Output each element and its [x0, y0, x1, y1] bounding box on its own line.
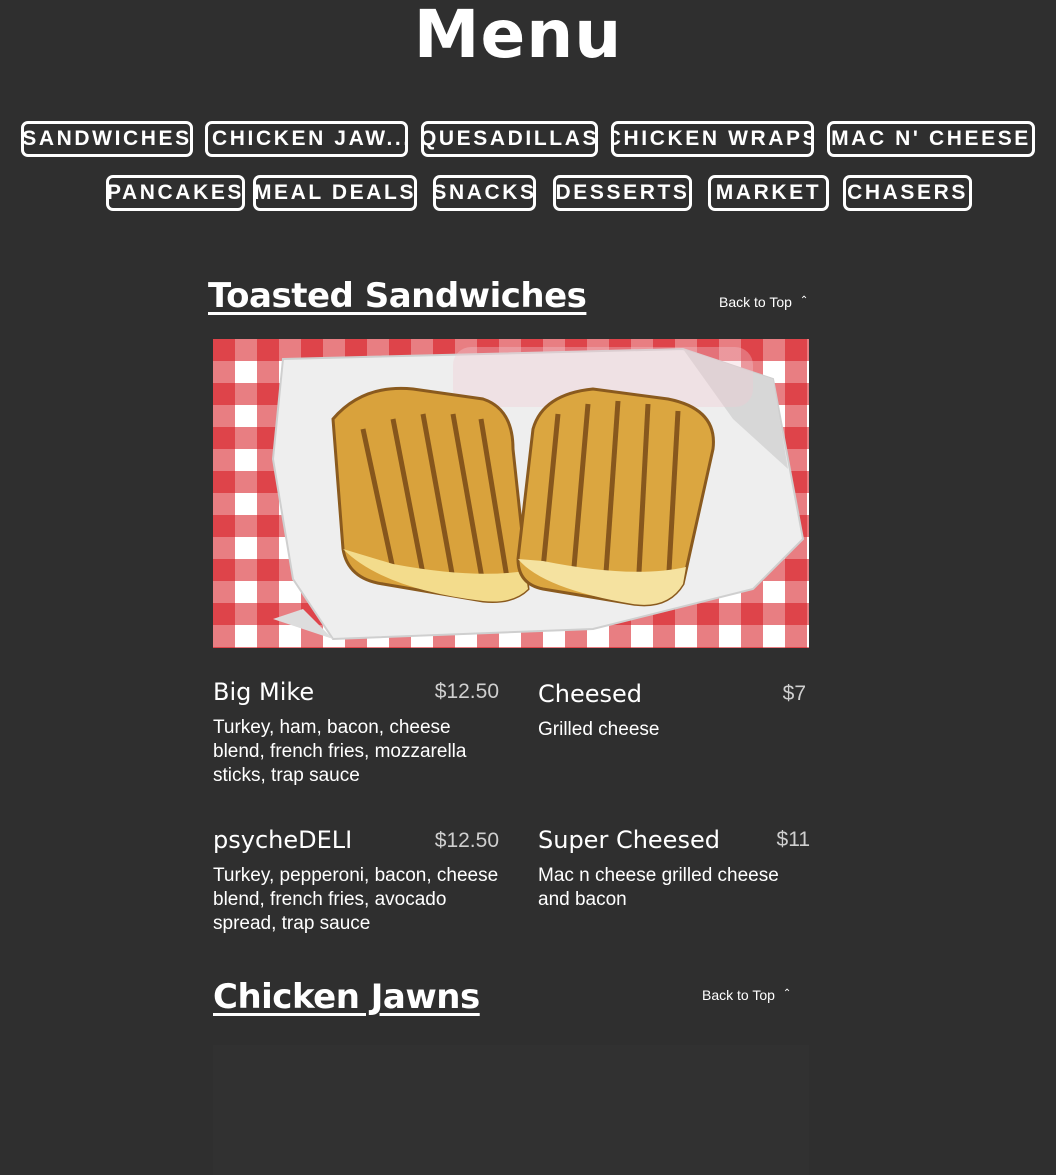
sandwich-photo: [213, 339, 809, 648]
section-title-chicken-jawns[interactable]: Chicken Jawns: [213, 975, 480, 1019]
nav-button-quesadillas[interactable]: QUESADILLAS: [421, 121, 598, 157]
menu-item-name: Cheesed: [538, 680, 643, 708]
menu-item-description: Grilled cheese: [538, 719, 660, 740]
nav-button-mac-n-cheese[interactable]: MAC N' CHEESE: [827, 121, 1035, 157]
nav-button-desserts[interactable]: DESSERTS: [553, 175, 692, 211]
nav-button-chasers[interactable]: CHASERS: [843, 175, 972, 211]
menu-item-name: Big Mike: [213, 678, 315, 706]
nav-button-chicken-jawns[interactable]: CHICKEN JAW...: [205, 121, 408, 157]
sandwich-illustration: [271, 347, 805, 641]
nav-button-snacks[interactable]: SNACKS: [433, 175, 536, 211]
section-title-toasted-sandwiches[interactable]: Toasted Sandwiches: [208, 274, 587, 318]
chevron-up-icon: ⌃: [782, 987, 792, 999]
nav-button-sandwiches[interactable]: SANDWICHES: [21, 121, 193, 157]
menu-item-name: Super Cheesed: [538, 826, 720, 854]
nav-button-market[interactable]: MARKET: [708, 175, 829, 211]
back-to-top-label: Back to Top: [702, 987, 775, 1003]
back-to-top-label: Back to Top: [719, 294, 792, 310]
chicken-jawns-photo: [213, 1045, 809, 1175]
nav-button-chicken-wraps[interactable]: CHICKEN WRAPS: [611, 121, 814, 157]
menu-item-description: Turkey, pepperoni, bacon, cheese blend, …: [213, 865, 499, 934]
chevron-up-icon: ⌃: [799, 294, 809, 306]
menu-item-price: $11: [776, 828, 810, 851]
back-to-top-link[interactable]: Back to Top ⌃: [719, 294, 808, 310]
page-title: Menu: [413, 0, 623, 73]
menu-item-price: $12.50: [434, 680, 499, 703]
menu-item-price: $7: [782, 682, 806, 705]
menu-item-description: Mac n cheese grilled cheese and bacon: [538, 865, 779, 910]
nav-button-pancakes[interactable]: PANCAKES: [106, 175, 245, 211]
nav-button-meal-deals[interactable]: MEAL DEALS: [253, 175, 417, 211]
back-to-top-link[interactable]: Back to Top ⌃: [702, 987, 791, 1003]
menu-item-description: Turkey, ham, bacon, cheese blend, french…: [213, 717, 467, 786]
menu-item-price: $12.50: [434, 829, 499, 852]
menu-item-name: psycheDELI: [213, 826, 353, 854]
